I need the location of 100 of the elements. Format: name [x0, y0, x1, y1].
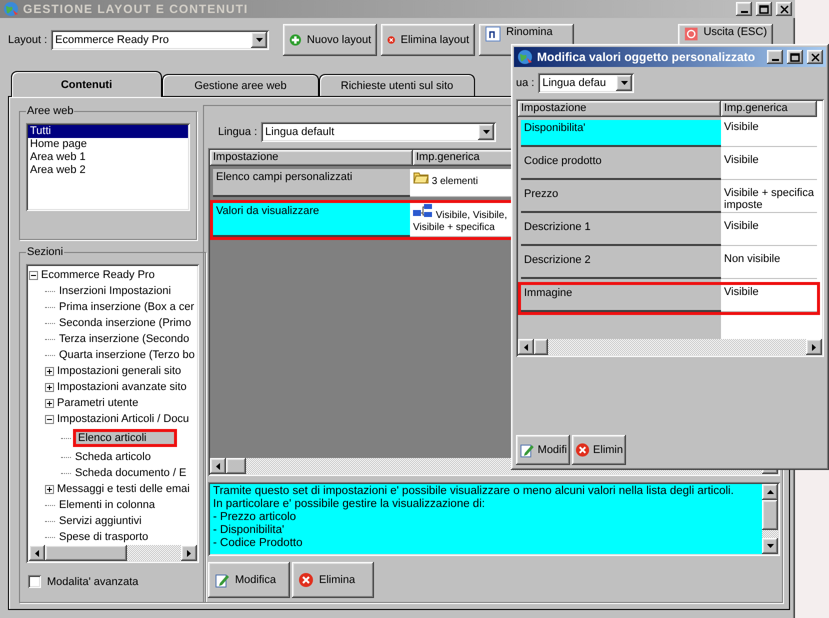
close-button[interactable] [776, 2, 792, 16]
minimize-icon [772, 59, 778, 61]
column-header[interactable]: Impostazione [518, 101, 721, 117]
close-button[interactable] [807, 50, 823, 64]
table-cell[interactable]: Non visibile [721, 252, 817, 279]
tree-item[interactable]: Quarta inserzione (Terzo bo [57, 349, 197, 361]
language-dropdown[interactable]: Lingua default [261, 122, 496, 142]
tree-item[interactable]: Impostazioni Articoli / Docu [55, 413, 192, 425]
table-cell[interactable]: Descrizione 1 [521, 219, 721, 246]
tab[interactable]: Gestione aree web [162, 74, 319, 96]
dropdown-button[interactable] [478, 124, 494, 140]
maximize-button[interactable] [787, 50, 803, 64]
table-cell[interactable]: Codice prodotto [521, 153, 721, 180]
minimize-button[interactable] [767, 50, 783, 64]
scroll-right-button[interactable] [806, 339, 822, 355]
edit-button[interactable]: Modifi [516, 435, 570, 465]
description-text: Tramite questo set di impostazioni e' possibile visualizzare o meno alcuni valori nella lista degli articoli. In particolare e' possibile gestire la visualizzazione di: - Prezzo articolo - Disponibilita' - Codice Prodotto [212, 484, 735, 551]
tree-item[interactable]: Impostazioni generali sito [55, 365, 184, 377]
column-header[interactable]: Impostazione [210, 150, 413, 166]
globe-icon [517, 49, 533, 65]
list-item[interactable]: Home page [28, 138, 188, 151]
scroll-thumb[interactable] [534, 339, 548, 355]
delete-button[interactable]: Elimina layout [381, 24, 476, 56]
caret-down-icon [482, 130, 490, 134]
tree-item[interactable]: Inserzioni Impostazioni [57, 285, 173, 297]
column-header[interactable]: Imp.generica [721, 101, 817, 117]
tree-item[interactable]: Scheda articolo [73, 451, 153, 463]
caret-down-icon [256, 38, 263, 42]
delete-icon [298, 572, 314, 588]
tree-item[interactable]: Messaggi e testi delle emai [55, 483, 192, 495]
expand-icon[interactable] [45, 484, 54, 494]
edit-icon [214, 572, 230, 588]
table-cell[interactable]: Visibile + specifica imposte [721, 186, 817, 213]
table-cell[interactable]: Visibile [721, 120, 817, 147]
tab[interactable]: Contenuti [11, 71, 162, 97]
checkbox[interactable] [28, 575, 41, 588]
tree-item[interactable]: Scheda documento / E [73, 467, 188, 479]
expand-icon[interactable] [45, 382, 54, 392]
maximize-icon [790, 52, 800, 62]
list-item[interactable]: Area web 1 [28, 151, 188, 164]
close-icon [810, 52, 820, 62]
table-cell[interactable]: Disponibilita' [521, 120, 721, 147]
delete-button[interactable]: Elimina [292, 562, 374, 598]
table-cell[interactable]: Visibile [721, 285, 817, 312]
scroll-thumb[interactable] [762, 500, 778, 530]
add-icon [289, 32, 302, 48]
tree-item[interactable]: Spese di trasporto [57, 531, 150, 543]
table-cell[interactable]: Visibile [721, 219, 817, 246]
tree-item[interactable]: Servizi aggiuntivi [57, 515, 144, 527]
delete-button[interactable]: Elimin [572, 435, 626, 465]
table-cell[interactable]: 3 elementi [410, 169, 514, 197]
vertical-scrollbar[interactable] [762, 484, 778, 554]
scroll-right-button[interactable] [180, 545, 197, 561]
scroll-left-button[interactable] [210, 458, 226, 474]
list-item[interactable]: Tutti [28, 125, 188, 138]
scroll-left-button[interactable] [29, 545, 45, 561]
edit-button[interactable]: Modifica [208, 562, 290, 598]
expand-icon[interactable] [45, 398, 54, 408]
table-cell[interactable]: Visibile [721, 153, 817, 180]
tree-item[interactable]: Prima inserzione (Box a cer [57, 301, 196, 313]
add-button[interactable]: Nuovo layout [283, 24, 378, 56]
group-title: Sezioni [26, 246, 64, 258]
scroll-left-button[interactable] [518, 339, 534, 355]
tree-item[interactable]: Impostazioni avanzate sito [55, 381, 189, 393]
checkbox-label: Modalita' avanzata [47, 576, 138, 588]
tree-item[interactable]: Ecommerce Ready Pro [39, 269, 157, 281]
horizontal-scrollbar[interactable] [29, 545, 197, 561]
window-title: GESTIONE LAYOUT E CONTENUTI [23, 2, 250, 16]
collapse-icon[interactable] [45, 414, 54, 424]
list-item[interactable]: Area web 2 [28, 164, 188, 177]
table-cell[interactable]: Prezzo [521, 186, 721, 213]
table-cell[interactable]: Descrizione 2 [521, 252, 721, 279]
table-cell[interactable]: Valori da visualizzare [213, 203, 410, 237]
scroll-up-button[interactable] [762, 484, 778, 500]
maximize-button[interactable] [756, 2, 772, 16]
tree-item[interactable]: Elementi in colonna [57, 499, 158, 511]
table-cell[interactable]: Visibile, Visibile, Visibile + specifica [410, 203, 514, 237]
layout-dropdown[interactable]: Ecommerce Ready Pro [51, 30, 270, 50]
dropdown-button[interactable] [616, 75, 632, 91]
caret-left-icon [216, 462, 220, 470]
scroll-thumb[interactable] [45, 545, 127, 561]
horizontal-scrollbar[interactable] [518, 339, 822, 355]
expand-icon[interactable] [45, 366, 54, 376]
delete-icon [575, 442, 590, 458]
folder-icon [413, 170, 429, 184]
table-cell[interactable]: Elenco campi personalizzati [213, 169, 410, 197]
table-cell[interactable]: Immagine [521, 285, 721, 312]
tree-item[interactable]: Terza inserzione (Secondo [57, 333, 192, 345]
tree-item[interactable]: Parametri utente [55, 397, 140, 409]
caret-up-icon [766, 490, 774, 494]
tree-item[interactable]: Elenco articoli [73, 429, 178, 447]
minimize-button[interactable] [736, 2, 752, 16]
dropdown-button[interactable] [251, 32, 268, 48]
language-dropdown[interactable]: Lingua defau [538, 73, 634, 93]
scroll-thumb[interactable] [226, 458, 246, 474]
caret-left-icon [35, 550, 39, 556]
tab[interactable]: Richieste utenti sul sito [319, 74, 475, 96]
tree-item[interactable]: Seconda inserzione (Primo [57, 317, 194, 329]
scroll-down-button[interactable] [762, 538, 778, 554]
collapse-icon[interactable] [29, 270, 38, 280]
